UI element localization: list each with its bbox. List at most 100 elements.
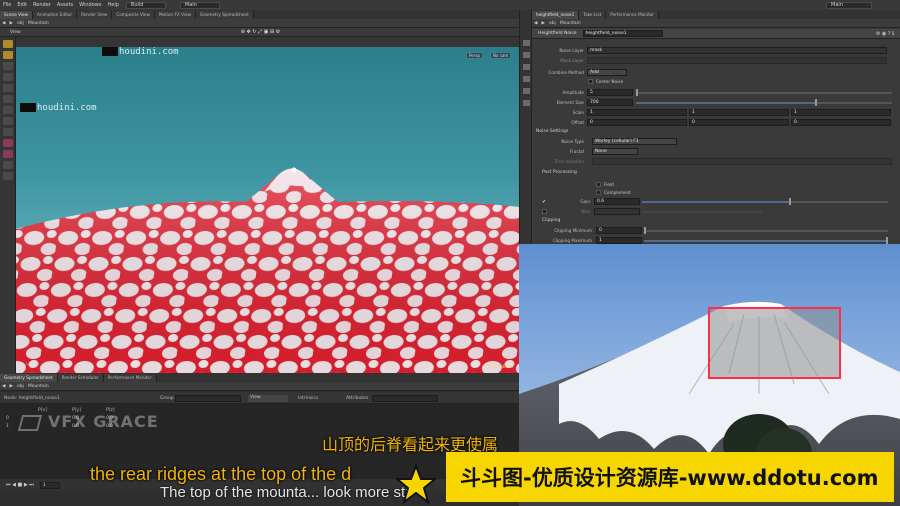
field-checkbox[interactable] xyxy=(596,182,601,187)
bottom-back-icon[interactable]: ◀ xyxy=(2,384,5,389)
shading-tool-icon[interactable] xyxy=(3,172,13,180)
menu-help[interactable]: Help xyxy=(104,2,121,8)
element-size-field[interactable]: 700 xyxy=(587,99,633,106)
tab-performance-monitor-bottom[interactable]: Performance Monitor xyxy=(103,374,157,382)
brush-tool-icon[interactable] xyxy=(3,84,13,92)
mask-layer-field[interactable] xyxy=(587,57,887,64)
gain-knob[interactable] xyxy=(789,198,791,205)
param-forward-icon[interactable]: ▶ xyxy=(541,21,544,26)
tab-take-list[interactable]: Take List xyxy=(579,11,607,19)
right-main-dropdown[interactable]: Main xyxy=(826,1,872,9)
camera-tool-icon[interactable] xyxy=(3,128,13,136)
tab-composite-view[interactable]: Composite View xyxy=(112,11,155,19)
bias-slider[interactable] xyxy=(642,211,762,213)
amplitude-field[interactable]: 5 xyxy=(587,89,633,96)
menu-assets[interactable]: Assets xyxy=(54,2,76,8)
clip-max-knob[interactable] xyxy=(886,237,888,244)
playback-controls-icon[interactable]: ⏮ ◀ ■ ▶ ⏭ xyxy=(6,482,34,488)
center-noise-checkbox[interactable] xyxy=(588,79,593,84)
fractal-dropdown[interactable]: None xyxy=(592,148,638,155)
wireframe-tool-icon[interactable] xyxy=(3,161,13,169)
subtitle-english-secondary: The top of the mounta... look more str xyxy=(160,484,411,501)
tab-motion-fx-view[interactable]: Motion FX View xyxy=(154,11,197,19)
menu-file[interactable]: File xyxy=(0,2,14,8)
amplitude-knob[interactable] xyxy=(636,89,638,96)
light-tool-icon[interactable] xyxy=(3,150,13,158)
clip-min-knob[interactable] xyxy=(644,227,646,234)
group-field[interactable] xyxy=(175,395,241,402)
row-amplitude: Amplitude 5 xyxy=(532,88,900,97)
shelf-main-dropdown[interactable]: Main xyxy=(179,1,220,9)
offset-z-field[interactable]: 0 xyxy=(791,119,891,126)
bias-checkbox[interactable] xyxy=(542,209,547,214)
gain-check-icon[interactable]: ✔ xyxy=(542,199,546,205)
path-node[interactable]: Mountain xyxy=(28,21,49,26)
bottom-path-root[interactable]: obj xyxy=(17,384,24,389)
render-tool-icon[interactable] xyxy=(3,139,13,147)
noise-layer-field[interactable]: mask xyxy=(587,47,887,54)
bias-field[interactable] xyxy=(594,208,640,215)
clipping-heading[interactable]: Clipping xyxy=(542,218,560,223)
clip-max-field[interactable]: 1 xyxy=(596,237,642,244)
bottom-forward-icon[interactable]: ▶ xyxy=(9,384,12,389)
combine-dropdown[interactable]: Add xyxy=(587,69,627,76)
param-path-node[interactable]: Mountain xyxy=(560,21,581,26)
view-tool-icon[interactable] xyxy=(3,95,13,103)
post-processing-heading[interactable]: Post Processing xyxy=(542,170,577,175)
param-back-icon[interactable]: ◀ xyxy=(534,21,537,26)
view-tools-icon[interactable]: ⊕ ✥ ↻ ⤢ ▣ ⊞ ⚙ xyxy=(241,29,281,35)
menu-windows[interactable]: Windows xyxy=(76,2,104,8)
frame-field[interactable]: 1 xyxy=(39,481,60,489)
element-size-slider[interactable] xyxy=(636,102,892,104)
tab-geometry-spreadsheet[interactable]: Geometry Spreadsheet xyxy=(196,11,254,19)
view-label: View xyxy=(10,29,21,35)
pose-tool-icon[interactable] xyxy=(3,73,13,81)
complement-checkbox[interactable] xyxy=(596,190,601,195)
clip-min-field[interactable]: 0 xyxy=(596,227,642,234)
combine-label: Combine Method xyxy=(548,70,584,75)
node-header-icons[interactable]: ⚙ ◉ ? ℹ xyxy=(876,31,894,37)
desktop-build-dropdown[interactable]: Build xyxy=(125,1,166,9)
noise-settings-heading[interactable]: Noise Settings xyxy=(536,129,568,134)
tab-scene-view[interactable]: Scene View xyxy=(0,11,34,19)
tab-geometry-spreadsheet-bottom[interactable]: Geometry Spreadsheet xyxy=(0,374,58,382)
view-dropdown[interactable]: View xyxy=(248,395,288,402)
amplitude-slider[interactable] xyxy=(636,92,892,94)
forward-icon[interactable]: ▶ xyxy=(9,21,12,26)
offset-x-field[interactable]: 0 xyxy=(587,119,687,126)
vfx-grace-logo: VFX GRACE xyxy=(17,412,159,431)
tab-animation-editor[interactable]: Animation Editor xyxy=(33,11,78,19)
element-size-knob[interactable] xyxy=(815,99,817,106)
param-path-root[interactable]: obj xyxy=(549,21,556,26)
display-tool-icon[interactable] xyxy=(3,117,13,125)
noise-type-dropdown[interactable]: Worley (cellular) F1 xyxy=(592,138,677,145)
time-field[interactable] xyxy=(592,158,892,165)
bottom-path-node[interactable]: Mountain xyxy=(28,384,49,389)
tab-render-view[interactable]: Render View xyxy=(77,11,113,19)
handle-tool-icon[interactable] xyxy=(3,62,13,70)
subtitle-english: the rear ridges at the top of the d xyxy=(90,464,352,484)
path-root[interactable]: obj xyxy=(17,21,24,26)
scale-z-field[interactable]: 1 xyxy=(791,109,891,116)
clip-min-slider[interactable] xyxy=(644,230,888,232)
node-name-field[interactable]: heightfield_noise1 xyxy=(582,30,663,37)
watermark-banner: 斗斗图-优质设计资源库-www.ddotu.com xyxy=(446,452,894,502)
clip-max-slider[interactable] xyxy=(644,240,888,242)
tab-render-scheduler[interactable]: Render Scheduler xyxy=(57,374,104,382)
menu-edit[interactable]: Edit xyxy=(14,2,30,8)
gain-slider[interactable] xyxy=(642,201,888,203)
scale-x-field[interactable]: 1 xyxy=(587,109,687,116)
tab-heightfield-noise[interactable]: heightfield_noise1 xyxy=(532,11,580,19)
offset-y-field[interactable]: 0 xyxy=(689,119,789,126)
gain-field[interactable]: 0.6 xyxy=(594,198,640,205)
scale-y-field[interactable]: 1 xyxy=(689,109,789,116)
attributes-field[interactable] xyxy=(372,395,438,402)
move-tool-icon[interactable] xyxy=(3,51,13,59)
tab-performance-monitor[interactable]: Performance Monitor xyxy=(606,11,660,19)
menu-render[interactable]: Render xyxy=(30,2,54,8)
gain-label: Gain xyxy=(580,199,590,204)
scene-viewport[interactable]: houdini.com houdini.com Persp No cam Ind… xyxy=(16,47,519,373)
select-tool-icon[interactable] xyxy=(3,40,13,48)
back-icon[interactable]: ◀ xyxy=(2,21,5,26)
snap-tool-icon[interactable] xyxy=(3,106,13,114)
